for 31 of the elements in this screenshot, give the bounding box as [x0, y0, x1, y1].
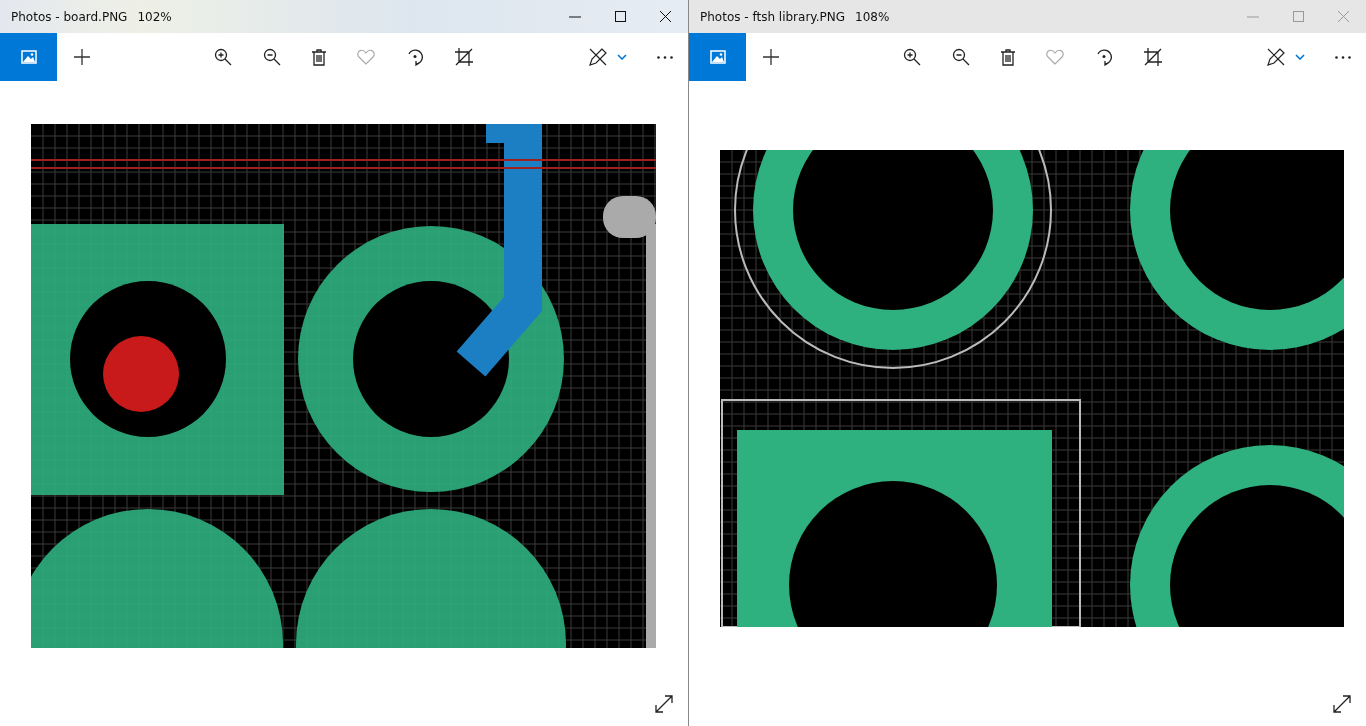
- close-icon[interactable]: [660, 11, 671, 22]
- collection-button[interactable]: [0, 33, 57, 81]
- more-icon[interactable]: [657, 55, 673, 59]
- window-title: Photos - board.PNG: [11, 9, 128, 24]
- window-title: Photos - ftsh library.PNG: [700, 9, 846, 24]
- zoom-out-icon[interactable]: [263, 48, 281, 66]
- rotate-icon[interactable]: [1095, 48, 1113, 66]
- zoom-level: 102%: [137, 9, 172, 24]
- pen-pencil-icon[interactable]: [589, 48, 607, 66]
- more-icon[interactable]: [1335, 55, 1351, 59]
- add-icon[interactable]: [763, 49, 779, 65]
- zoom-out-icon[interactable]: [952, 48, 970, 66]
- caret-icon[interactable]: [1295, 54, 1305, 60]
- delete-icon[interactable]: [1001, 48, 1015, 66]
- crop-icon[interactable]: [1144, 48, 1162, 66]
- image-icon: [709, 50, 726, 64]
- zoom-level: 108%: [855, 9, 890, 24]
- crop-icon[interactable]: [455, 48, 473, 66]
- image-icon: [20, 50, 37, 64]
- rotate-icon[interactable]: [406, 48, 424, 66]
- zoom-in-icon[interactable]: [214, 48, 232, 66]
- add-icon[interactable]: [74, 49, 90, 65]
- maximize-icon[interactable]: [615, 11, 626, 22]
- expand-icon[interactable]: [655, 695, 673, 713]
- delete-icon[interactable]: [312, 48, 326, 66]
- zoom-in-icon[interactable]: [903, 48, 921, 66]
- caret-icon[interactable]: [617, 54, 627, 60]
- pen-pencil-icon[interactable]: [1267, 48, 1285, 66]
- minimize-icon[interactable]: [569, 15, 581, 18]
- collection-button[interactable]: [689, 33, 746, 81]
- expand-icon[interactable]: [1333, 695, 1351, 713]
